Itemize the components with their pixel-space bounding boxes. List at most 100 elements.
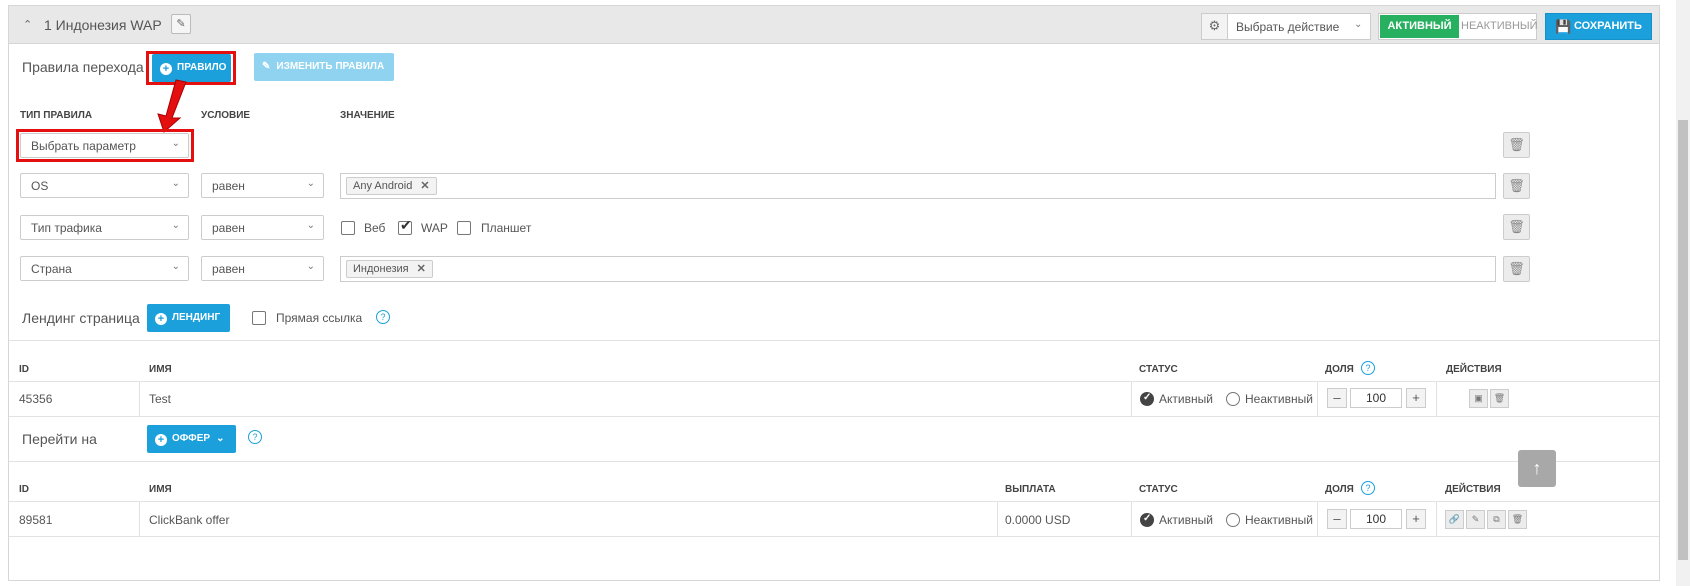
share-increment-button[interactable]: +	[1406, 509, 1426, 529]
delete-rule-button[interactable]: 🗑	[1503, 132, 1530, 158]
landing-active-label: Активный	[1159, 392, 1213, 406]
rule-type-select[interactable]: Тип трафика ⌄	[20, 215, 189, 240]
add-landing-label: ЛЕНДИНГ	[172, 312, 221, 323]
plus-circle-icon: +	[155, 313, 167, 325]
col-condition: УСЛОВИЕ	[201, 110, 251, 121]
rule-value-tag-field[interactable]: Индонезия ✕	[340, 256, 1496, 282]
traffic-web-label: Веб	[364, 221, 386, 235]
landing-active-radio[interactable]	[1140, 392, 1154, 406]
link-icon: 🔗	[1448, 514, 1461, 524]
edit-title-button[interactable]: ✎	[171, 14, 191, 34]
help-icon[interactable]: ?	[1361, 481, 1375, 495]
trash-icon: 🗑	[1508, 219, 1525, 234]
rule-condition-select[interactable]: равен ⌄	[201, 256, 324, 281]
direct-link-checkbox[interactable]	[252, 311, 266, 325]
rule-type-select[interactable]: OS ⌄	[20, 173, 189, 198]
landing-inactive-label: Неактивный	[1245, 392, 1313, 406]
add-landing-button[interactable]: + ЛЕНДИНГ	[147, 304, 230, 332]
delete-offer-button[interactable]: 🗑	[1508, 510, 1527, 529]
chevron-down-icon: ⌄	[306, 178, 315, 189]
delete-rule-button[interactable]: 🗑	[1503, 173, 1530, 199]
chevron-down-icon: ⌄	[171, 178, 180, 189]
value-tag: Any Android ✕	[346, 177, 437, 195]
help-icon[interactable]: ?	[248, 430, 262, 444]
edit-rules-button[interactable]: ✎ ИЗМЕНИТЬ ПРАВИЛА	[254, 53, 394, 81]
help-icon[interactable]: ?	[376, 310, 390, 324]
share-decrement-button[interactable]: –	[1327, 388, 1347, 408]
gears-icon: ⚙	[1202, 14, 1228, 39]
cell-divider	[1317, 381, 1318, 416]
share-input[interactable]: 100	[1350, 388, 1402, 408]
share-decrement-button[interactable]: –	[1327, 509, 1347, 529]
cell-divider	[1317, 501, 1318, 536]
new-rule-param-select[interactable]: Выбрать параметр ⌄	[20, 133, 189, 158]
traffic-wap-checkbox[interactable]	[398, 217, 412, 235]
cell-divider	[1131, 381, 1132, 416]
link-button[interactable]: 🔗	[1445, 510, 1464, 529]
status-active-button[interactable]: АКТИВНЫЙ	[1380, 15, 1459, 38]
traffic-web-checkbox[interactable]	[341, 221, 355, 235]
landing-label: Лендинг страница	[22, 310, 140, 326]
cell-divider	[997, 501, 998, 536]
divider	[9, 381, 1659, 382]
delete-landing-button[interactable]: 🗑	[1490, 389, 1509, 408]
offer-name: ClickBank offer	[149, 513, 230, 527]
landing-col-actions: ДЕЙСТВИЯ	[1446, 364, 1502, 375]
scrollbar-thumb[interactable]	[1678, 120, 1688, 560]
page-scrollbar[interactable]	[1676, 0, 1690, 586]
add-offer-button[interactable]: + ОФФЕР ⌄	[147, 425, 236, 453]
trash-icon: 🗑	[1511, 514, 1524, 524]
offer-inactive-radio[interactable]	[1226, 513, 1240, 527]
landing-name: Test	[149, 392, 172, 406]
copy-offer-button[interactable]: ⧉	[1487, 510, 1506, 529]
help-icon[interactable]: ?	[1361, 361, 1375, 375]
delete-rule-button[interactable]: 🗑	[1503, 214, 1530, 240]
rules-label: Правила перехода	[22, 59, 144, 75]
select-value: равен	[212, 221, 245, 235]
rule-condition-select[interactable]: равен ⌄	[201, 215, 324, 240]
value-tag: Индонезия ✕	[346, 260, 433, 278]
scroll-to-top-button[interactable]: ↑	[1518, 450, 1556, 487]
rule-type-select[interactable]: Страна ⌄	[20, 256, 189, 281]
rule-value-tag-field[interactable]: Any Android ✕	[340, 173, 1496, 199]
select-value: Выбрать параметр	[31, 139, 136, 153]
pencil-icon: ✎	[1471, 514, 1480, 524]
collapse-chevron-icon[interactable]: ⌃	[23, 18, 32, 31]
traffic-tablet-label: Планшет	[481, 221, 532, 235]
trash-icon: 🗑	[1493, 393, 1506, 403]
select-value: OS	[31, 179, 49, 193]
plus-circle-icon: +	[155, 434, 167, 446]
landing-col-status: СТАТУС	[1139, 364, 1178, 375]
cell-divider	[1131, 501, 1132, 536]
action-select[interactable]: ⚙ Выбрать действие ⌄	[1201, 13, 1371, 40]
edit-offer-button[interactable]: ✎	[1466, 510, 1485, 529]
select-value: равен	[212, 262, 245, 276]
traffic-tablet-checkbox[interactable]	[457, 221, 471, 235]
share-input[interactable]: 100	[1350, 509, 1402, 529]
direct-link-label: Прямая ссылка	[276, 311, 363, 325]
pencil-icon: ✎	[176, 18, 186, 30]
status-inactive-button[interactable]: НЕАКТИВНЫЙ	[1461, 15, 1538, 38]
chevron-down-icon: ⌄	[306, 220, 315, 231]
col-rule-type: ТИП ПРАВИЛА	[20, 110, 93, 121]
offer-col-status: СТАТУС	[1139, 484, 1178, 495]
pencil-icon: ✎	[262, 61, 271, 72]
offer-active-label: Активный	[1159, 513, 1213, 527]
tag-label: Индонезия	[353, 263, 409, 275]
traffic-wap-label: WAP	[421, 221, 448, 235]
remove-tag-icon[interactable]: ✕	[420, 180, 429, 192]
add-rule-label: ПРАВИЛО	[177, 62, 227, 73]
remove-tag-icon[interactable]: ✕	[417, 263, 426, 275]
landing-inactive-radio[interactable]	[1226, 392, 1240, 406]
preview-image-button[interactable]: ▣	[1469, 389, 1488, 408]
col-value: ЗНАЧЕНИЕ	[340, 110, 395, 121]
share-increment-button[interactable]: +	[1406, 388, 1426, 408]
rule-condition-select[interactable]: равен ⌄	[201, 173, 324, 198]
delete-rule-button[interactable]: 🗑	[1503, 256, 1530, 282]
offer-col-id: ID	[19, 484, 29, 495]
cell-divider	[1436, 501, 1437, 536]
offer-active-radio[interactable]	[1140, 513, 1154, 527]
save-button[interactable]: 💾 СОХРАНИТЬ	[1545, 13, 1652, 40]
trash-icon: 🗑	[1508, 137, 1525, 152]
landing-col-name: ИМЯ	[149, 364, 172, 375]
